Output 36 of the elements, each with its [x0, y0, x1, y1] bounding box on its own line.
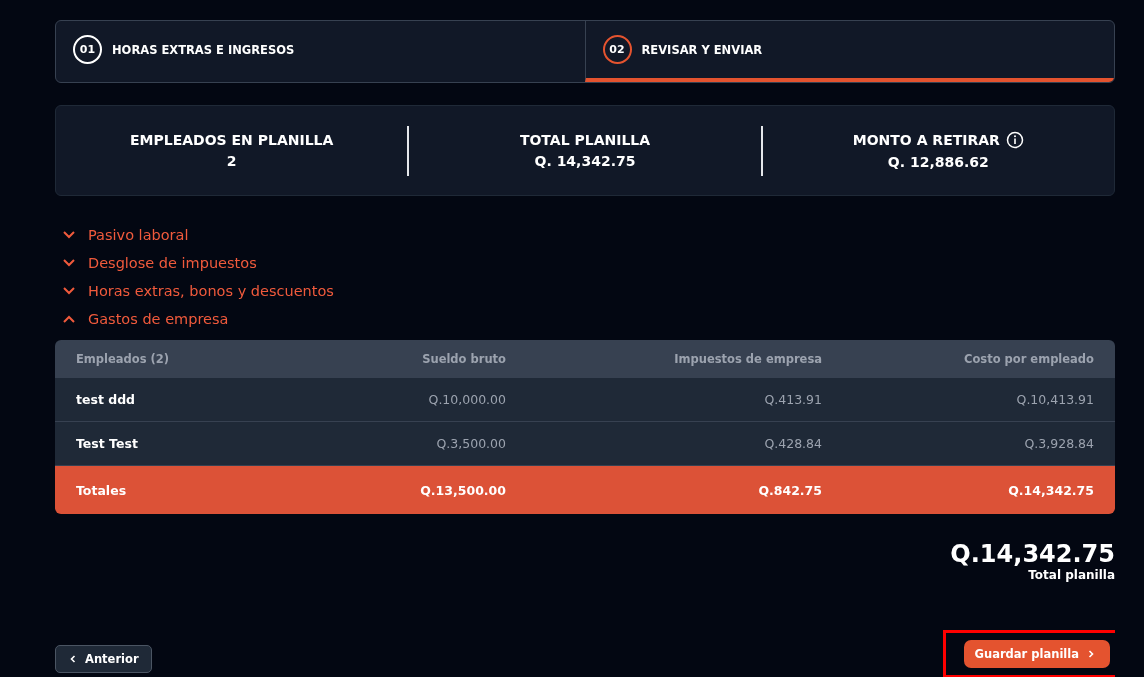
metric-value: Q. 14,342.75 — [534, 153, 636, 169]
step-number: 01 — [73, 35, 102, 64]
table-cell-text: Q.3,928.84 — [1023, 436, 1094, 451]
step-tab[interactable]: 01 HORAS EXTRAS E INGRESOS — [56, 21, 585, 82]
metric-label: EMPLEADOS EN PLANILLA — [130, 132, 334, 148]
step-label: HORAS EXTRAS E INGRESOS — [112, 42, 295, 57]
total-cell-text: Q.842.75 — [757, 482, 822, 498]
section-toggle[interactable]: Horas extras, bonos y descuentos — [55, 277, 334, 305]
grand-total-label: Total planilla — [1028, 568, 1115, 582]
table-cell-text: Q.10,000.00 — [427, 392, 506, 407]
metric-label: MONTO A RETIRAR — [852, 132, 1000, 148]
table-cell-text: Q.10,413.91 — [1015, 392, 1094, 407]
total-cell-text: Totales — [76, 482, 128, 498]
column-header: Sueldo bruto — [421, 352, 506, 366]
save-button[interactable]: Guardar planilla — [963, 640, 1110, 668]
step-number: 02 — [602, 35, 632, 64]
metric-value: Q. 12,886.62 — [887, 154, 989, 170]
metric-value: 2 — [226, 153, 237, 169]
total-cell-text: Q.14,342.75 — [1007, 482, 1094, 498]
step-tab[interactable]: 02 REVISAR Y ENVIAR — [584, 21, 1114, 82]
table-cell-text: Q.428.84 — [763, 436, 822, 451]
table-cell-text: Test Test — [76, 436, 139, 451]
total-cell-text: Q.13,500.00 — [419, 482, 506, 498]
table-cell-text: Q.413.91 — [763, 392, 822, 407]
section-toggle[interactable]: Desglose de impuestos — [55, 249, 257, 277]
column-header: Empleados (2) — [76, 352, 171, 366]
metric-label: TOTAL PLANILLA — [519, 132, 651, 148]
grand-total-value: Q.14,342.75 — [950, 540, 1115, 568]
table-cell-text: test ddd — [76, 392, 137, 407]
section-toggle[interactable]: Gastos de empresa — [55, 305, 229, 333]
step-label: REVISAR Y ENVIAR — [641, 42, 763, 57]
back-button[interactable]: Anterior — [55, 645, 152, 673]
column-header: Impuestos de empresa — [673, 352, 822, 366]
table-cell-text: Q.3,500.00 — [435, 436, 506, 451]
section-toggle[interactable]: Pasivo laboral — [55, 221, 189, 249]
column-header: Costo por empleado — [962, 352, 1094, 366]
